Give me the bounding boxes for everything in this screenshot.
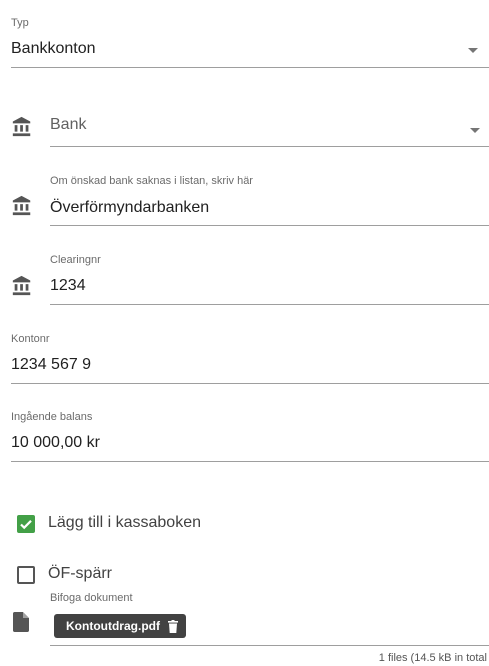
- bank-other-input[interactable]: Överförmyndarbanken: [50, 192, 489, 225]
- typ-select[interactable]: Bankkonton: [11, 34, 489, 68]
- attachments-summary: 1 files (14.5 kB in total: [378, 652, 487, 664]
- file-chip[interactable]: Kontoutdrag.pdf: [54, 614, 186, 638]
- kassabok-label: Lägg till i kassaboken: [48, 514, 201, 531]
- kontonr-label: Kontonr: [11, 333, 50, 345]
- kassabok-checkbox[interactable]: Lägg till i kassaboken: [17, 513, 317, 535]
- chevron-down-icon: [470, 128, 480, 133]
- bank-other-value: Överförmyndarbanken: [50, 199, 210, 216]
- checkbox-unchecked-icon: [17, 566, 35, 584]
- typ-underline: [11, 67, 489, 68]
- typ-label: Typ: [11, 17, 29, 29]
- bank-underline: [50, 146, 489, 147]
- attachments-label: Bifoga dokument: [50, 592, 133, 604]
- ofsparr-checkbox[interactable]: ÖF-spärr: [17, 564, 317, 586]
- bank-icon: [12, 116, 31, 137]
- kontonr-value: 1234 567 9: [11, 356, 92, 373]
- checkbox-checked-icon: [17, 515, 35, 533]
- bank-select-placeholder: Bank: [50, 116, 87, 133]
- file-chip-name: Kontoutdrag.pdf: [66, 619, 160, 633]
- trash-icon[interactable]: [167, 619, 178, 633]
- bank-other-underline: [50, 225, 489, 226]
- clearing-input[interactable]: 1234: [50, 272, 489, 304]
- bank-icon: [12, 195, 31, 216]
- balans-value: 10 000,00 kr: [11, 434, 100, 451]
- balans-label: Ingående balans: [11, 411, 93, 423]
- clearing-label: Clearingnr: [50, 254, 101, 266]
- bank-other-label: Om önskad bank saknas i listan, skriv hä…: [50, 175, 253, 187]
- bank-select[interactable]: Bank: [50, 108, 489, 146]
- bank-icon: [12, 275, 31, 296]
- ofsparr-label: ÖF-spärr: [48, 565, 112, 582]
- clearing-value: 1234: [50, 277, 86, 294]
- file-icon: [13, 612, 29, 632]
- typ-select-value: Bankkonton: [11, 40, 96, 57]
- attachments-input[interactable]: Kontoutdrag.pdf: [50, 609, 489, 645]
- balans-underline: [11, 461, 489, 462]
- kontonr-input[interactable]: 1234 567 9: [11, 351, 489, 383]
- balans-input[interactable]: 10 000,00 kr: [11, 429, 489, 461]
- clearing-underline: [50, 304, 489, 305]
- kontonr-underline: [11, 383, 489, 384]
- chevron-down-icon: [468, 48, 478, 53]
- attachments-underline: [50, 645, 489, 646]
